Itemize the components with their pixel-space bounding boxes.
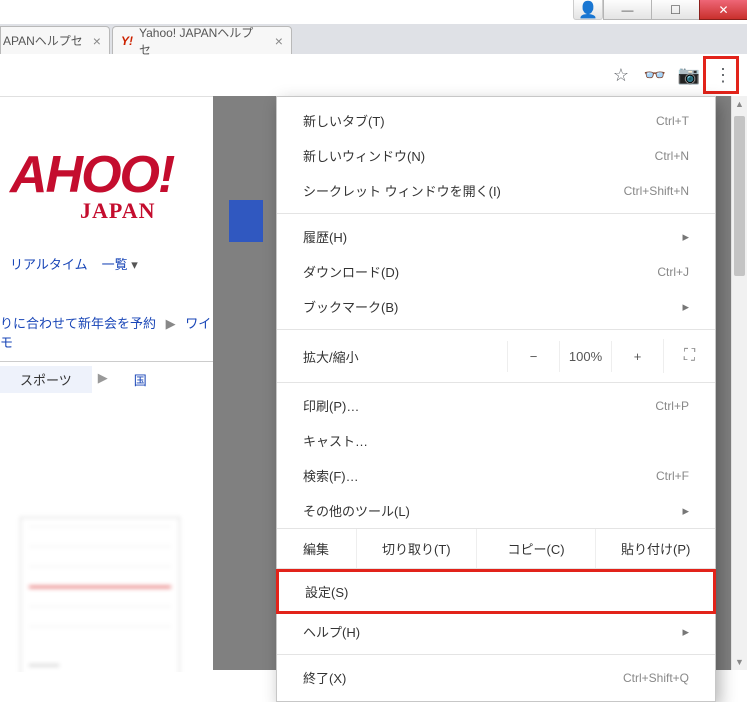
browser-tab[interactable]: Y! Yahoo! JAPANヘルプセ × [112,26,292,54]
maximize-button[interactable]: ☐ [651,0,699,20]
vertical-scrollbar[interactable]: ▲ ▼ [731,96,747,670]
ad-text-left[interactable]: りに合わせて新年会を予約 [0,316,156,331]
browser-menu: 新しいタブ(T) Ctrl+T 新しいウィンドウ(N) Ctrl+N シークレッ… [276,96,716,702]
widget-numbers: ———————————— [21,654,179,672]
browser-tab[interactable]: APANヘルプセ × [0,26,110,54]
submenu-arrow-icon [682,229,689,245]
menu-shortcut: Ctrl+N [655,149,689,163]
search-button[interactable] [229,200,263,242]
menu-edit-row: 編集 切り取り(T) コピー(C) 貼り付け(P) [277,528,715,569]
menu-settings[interactable]: 設定(S) [279,572,713,611]
menu-label: 設定(S) [305,582,348,601]
menu-label: シークレット ウィンドウを開く(I) [303,181,501,200]
tab-strip: APANヘルプセ × Y! Yahoo! JAPANヘルプセ × [0,24,747,54]
menu-label: 終了(X) [303,668,346,687]
fullscreen-icon[interactable]: ⛶ [663,339,715,373]
finance-widget[interactable]: ———————————— [20,517,180,672]
logo-subtext: JAPAN [80,198,213,224]
menu-history[interactable]: 履歴(H) [277,219,715,254]
submenu-arrow-icon [682,503,689,519]
menu-shortcut: Ctrl+P [655,399,689,413]
yahoo-logo[interactable]: AHOO! JAPAN [10,137,213,224]
window-controls: 👤 — ☐ ✕ [573,0,747,20]
menu-label: その他のツール(L) [303,501,410,520]
zoom-label: 拡大/縮小 [303,347,507,366]
zoom-in-button[interactable]: + [611,341,663,372]
subtab-sports[interactable]: スポーツ [0,366,92,393]
menu-bookmarks[interactable]: ブックマーク(B) [277,289,715,324]
camera-icon[interactable]: 📷 [679,65,699,85]
menu-label: キャスト… [303,431,368,450]
zoom-out-button[interactable]: − [507,341,559,372]
menu-shortcut: Ctrl+T [656,114,689,128]
menu-help[interactable]: ヘルプ(H) [277,614,715,649]
menu-downloads[interactable]: ダウンロード(D) Ctrl+J [277,254,715,289]
menu-label: 新しいウィンドウ(N) [303,146,425,165]
chart-area [29,526,171,646]
tab-title: Yahoo! JAPANヘルプセ [139,24,265,58]
menu-shortcut: Ctrl+Shift+N [624,184,689,198]
menu-new-tab[interactable]: 新しいタブ(T) Ctrl+T [277,103,715,138]
edit-paste[interactable]: 貼り付け(P) [596,529,715,568]
menu-button-highlight [703,56,739,94]
menu-exit[interactable]: 終了(X) Ctrl+Shift+Q [277,660,715,695]
submenu-arrow-icon [682,624,689,640]
menu-label: 印刷(P)… [303,396,359,415]
scroll-up-icon[interactable]: ▲ [732,96,747,112]
menu-label: 新しいタブ(T) [303,111,385,130]
user-icon: 👤 [578,0,598,20]
menu-label: ヘルプ(H) [303,622,360,641]
menu-find[interactable]: 検索(F)… Ctrl+F [277,458,715,493]
menu-label: ダウンロード(D) [303,262,399,281]
favicon-icon: Y! [121,34,133,48]
tab-close-icon[interactable]: × [93,33,101,49]
menu-zoom: 拡大/縮小 − 100% + ⛶ [277,335,715,377]
close-icon: ✕ [718,3,728,17]
scroll-thumb[interactable] [734,116,745,276]
menu-label: 履歴(H) [303,227,347,246]
close-button[interactable]: ✕ [699,0,747,20]
page-content: AHOO! JAPAN リアルタイム 一覧 りに合わせて新年会を予約 ▶ ワイモ… [0,96,213,672]
menu-more-tools[interactable]: その他のツール(L) [277,493,715,528]
incognito-icon[interactable]: 👓 [645,65,665,85]
edit-cut[interactable]: 切り取り(T) [357,529,477,568]
menu-label: 検索(F)… [303,466,359,485]
menu-new-window[interactable]: 新しいウィンドウ(N) Ctrl+N [277,138,715,173]
tab-title: APANヘルプセ [3,32,83,49]
menu-shortcut: Ctrl+Shift+Q [623,671,689,685]
edit-label: 編集 [277,529,357,568]
ad-line: りに合わせて新年会を予約 ▶ ワイモ [0,313,213,351]
nav-realtime[interactable]: リアルタイム [10,254,88,273]
zoom-value: 100% [559,341,611,372]
menu-print[interactable]: 印刷(P)… Ctrl+P [277,388,715,423]
subtab-other[interactable]: 国 [114,366,167,393]
logo-text: AHOO! [10,146,173,204]
menu-incognito[interactable]: シークレット ウィンドウを開く(I) Ctrl+Shift+N [277,173,715,208]
arrow-icon: ▶ [166,316,176,331]
maximize-icon: ☐ [670,3,681,17]
edit-copy[interactable]: コピー(C) [477,529,597,568]
scroll-down-icon[interactable]: ▼ [732,654,747,670]
menu-cast[interactable]: キャスト… [277,423,715,458]
star-icon[interactable]: ☆ [611,65,631,85]
user-button[interactable]: 👤 [573,0,603,20]
minimize-icon: — [622,3,634,17]
chevron-right-icon[interactable]: ▶ [92,366,114,393]
menu-shortcut: Ctrl+F [656,469,689,483]
yahoo-nav: リアルタイム 一覧 [10,254,213,273]
tab-close-icon[interactable]: × [275,33,283,49]
sub-tabs: スポーツ ▶ 国 [0,361,213,393]
menu-shortcut: Ctrl+J [657,265,689,279]
submenu-arrow-icon [682,299,689,315]
nav-list-dropdown[interactable]: 一覧 [102,254,138,273]
minimize-button[interactable]: — [603,0,651,20]
settings-highlight: 設定(S) [276,569,716,614]
menu-label: ブックマーク(B) [303,297,398,316]
